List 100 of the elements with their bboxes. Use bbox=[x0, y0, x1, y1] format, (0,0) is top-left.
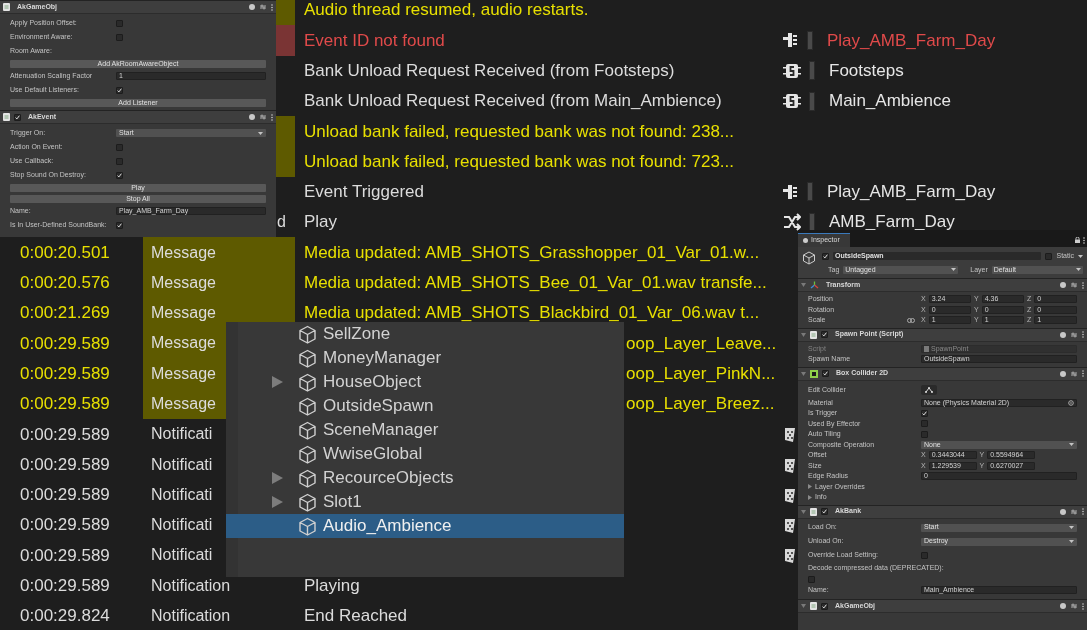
expand-arrow-icon[interactable] bbox=[272, 376, 283, 388]
sliders-icon[interactable] bbox=[260, 4, 266, 10]
message-cell-text: Bank Unload Request Received (from Footsteps) bbox=[304, 60, 675, 82]
script-icon bbox=[3, 113, 10, 121]
collapse-arrow-icon[interactable] bbox=[801, 332, 806, 337]
time-cell-text: 0:00:29.589 bbox=[20, 423, 110, 446]
lock-icon[interactable] bbox=[1075, 237, 1080, 243]
collapse-arrow-icon[interactable] bbox=[801, 283, 806, 287]
checkbox[interactable] bbox=[116, 221, 123, 229]
checkbox[interactable] bbox=[116, 143, 123, 151]
type-cell: Message bbox=[143, 267, 295, 298]
help-icon[interactable] bbox=[1060, 282, 1066, 288]
type-text: Notificati bbox=[151, 545, 213, 566]
time-cell-text: 0:00:29.589 bbox=[20, 332, 110, 355]
message-cell-text: Event ID not found bbox=[304, 29, 445, 52]
type-text: Notificati bbox=[151, 454, 213, 475]
checkbox[interactable] bbox=[822, 370, 829, 377]
message-cell-text: Bank Unload Request Received (from Main_Ambience) bbox=[304, 90, 722, 113]
message-cell-text: Audio thread resumed, audio restarts. bbox=[304, 0, 589, 22]
checkbox[interactable] bbox=[116, 171, 123, 179]
caret-icon bbox=[1069, 540, 1074, 543]
object-name: AMB_Farm_Day bbox=[829, 211, 955, 234]
checkbox[interactable] bbox=[116, 157, 123, 165]
hierarchy-item[interactable]: Slot1 bbox=[238, 490, 624, 514]
expand-arrow-icon[interactable] bbox=[272, 496, 283, 508]
checkbox[interactable] bbox=[808, 576, 815, 583]
edit-collider-button[interactable] bbox=[921, 385, 937, 395]
help-icon[interactable] bbox=[1060, 508, 1066, 515]
message-cell-text: Media updated: AMB_SHOTS_Grasshopper_01_Var_01.w... bbox=[304, 241, 760, 264]
type-text: Notification bbox=[151, 606, 231, 627]
hierarchy-item[interactable]: RecourceObjects bbox=[238, 466, 624, 490]
object-name: Main_Ambience bbox=[829, 90, 951, 113]
checkbox[interactable] bbox=[921, 420, 928, 428]
event-icon bbox=[783, 31, 799, 50]
checkbox[interactable] bbox=[921, 409, 928, 417]
sliders-icon[interactable] bbox=[1071, 282, 1077, 288]
cube-icon bbox=[298, 468, 317, 488]
soundbank-icon bbox=[783, 61, 801, 80]
checkbox[interactable] bbox=[1045, 252, 1053, 260]
checkbox[interactable] bbox=[821, 602, 828, 610]
checkbox[interactable] bbox=[116, 33, 123, 41]
checkbox[interactable] bbox=[822, 252, 829, 260]
sliders-icon[interactable] bbox=[1071, 370, 1077, 377]
message-cell-text: Play bbox=[304, 211, 338, 234]
help-icon[interactable] bbox=[1060, 370, 1066, 377]
script-icon bbox=[810, 602, 817, 610]
hierarchy-item[interactable]: Audio_Ambience bbox=[226, 514, 624, 538]
item-label: WwiseGlobal bbox=[323, 443, 423, 466]
message-cell-text: oop_Layer_Breez... bbox=[626, 393, 775, 416]
hierarchy-item[interactable]: WwiseGlobal bbox=[238, 442, 624, 466]
collapse-arrow-icon[interactable] bbox=[801, 371, 806, 376]
time-cell-text: 0:00:29.589 bbox=[20, 575, 110, 598]
crossed-arrows-icon bbox=[783, 213, 801, 232]
script-icon bbox=[810, 330, 817, 339]
message-cell-text: Media updated: AMB_SHOTS_Bee_01_Var_01.wav transfe... bbox=[304, 272, 767, 295]
checkbox[interactable] bbox=[921, 430, 928, 438]
cube-icon bbox=[298, 348, 317, 368]
collider-icon bbox=[810, 369, 818, 378]
collapse-arrow-icon[interactable] bbox=[801, 604, 806, 608]
message-cell-text: oop_Layer_PinkN... bbox=[626, 362, 776, 385]
time-cell-text: 0:00:29.589 bbox=[20, 362, 110, 385]
caret-icon bbox=[1069, 443, 1074, 447]
time-cell-text: 0:00:20.576 bbox=[20, 272, 110, 295]
help-icon[interactable] bbox=[249, 4, 255, 10]
sliders-icon[interactable] bbox=[1071, 508, 1077, 515]
target-icon[interactable] bbox=[1068, 399, 1074, 406]
caret-icon bbox=[1069, 526, 1074, 529]
cube-icon bbox=[298, 444, 317, 464]
help-icon[interactable] bbox=[1060, 603, 1066, 609]
checkbox[interactable] bbox=[14, 113, 21, 121]
time-cell-text: 0:00:29.589 bbox=[20, 514, 110, 537]
type-text: d bbox=[277, 212, 286, 233]
checkbox[interactable] bbox=[116, 86, 123, 94]
expand-arrow-icon[interactable] bbox=[272, 472, 283, 484]
help-icon[interactable] bbox=[249, 114, 255, 120]
soundbank-icon bbox=[783, 92, 801, 111]
caret-icon bbox=[258, 131, 263, 135]
hierarchy-item[interactable]: SceneManager bbox=[238, 418, 624, 442]
collapse-arrow-icon[interactable] bbox=[801, 509, 806, 514]
checkbox[interactable] bbox=[921, 552, 928, 559]
checkbox[interactable] bbox=[821, 331, 828, 338]
event-icon bbox=[783, 182, 799, 201]
checker-icon bbox=[783, 546, 797, 565]
help-icon[interactable] bbox=[1060, 331, 1066, 338]
item-label: HouseObject bbox=[323, 371, 422, 394]
checkbox[interactable] bbox=[821, 508, 828, 515]
time-cell-text: 0:00:29.589 bbox=[20, 484, 110, 507]
checkbox[interactable] bbox=[116, 19, 123, 27]
sliders-icon[interactable] bbox=[1071, 603, 1077, 609]
sliders-icon[interactable] bbox=[260, 114, 266, 120]
time-cell-text: 0:00:29.589 bbox=[20, 453, 110, 476]
item-label: SceneManager bbox=[323, 419, 439, 442]
caret-icon bbox=[951, 268, 957, 272]
checker-icon bbox=[783, 425, 797, 444]
cube-icon bbox=[298, 516, 317, 536]
link-icon[interactable] bbox=[907, 317, 915, 323]
cube-icon bbox=[802, 251, 816, 267]
status-bar-icon bbox=[807, 182, 813, 202]
type-text: Notificati bbox=[151, 515, 213, 536]
sliders-icon[interactable] bbox=[1071, 331, 1077, 338]
